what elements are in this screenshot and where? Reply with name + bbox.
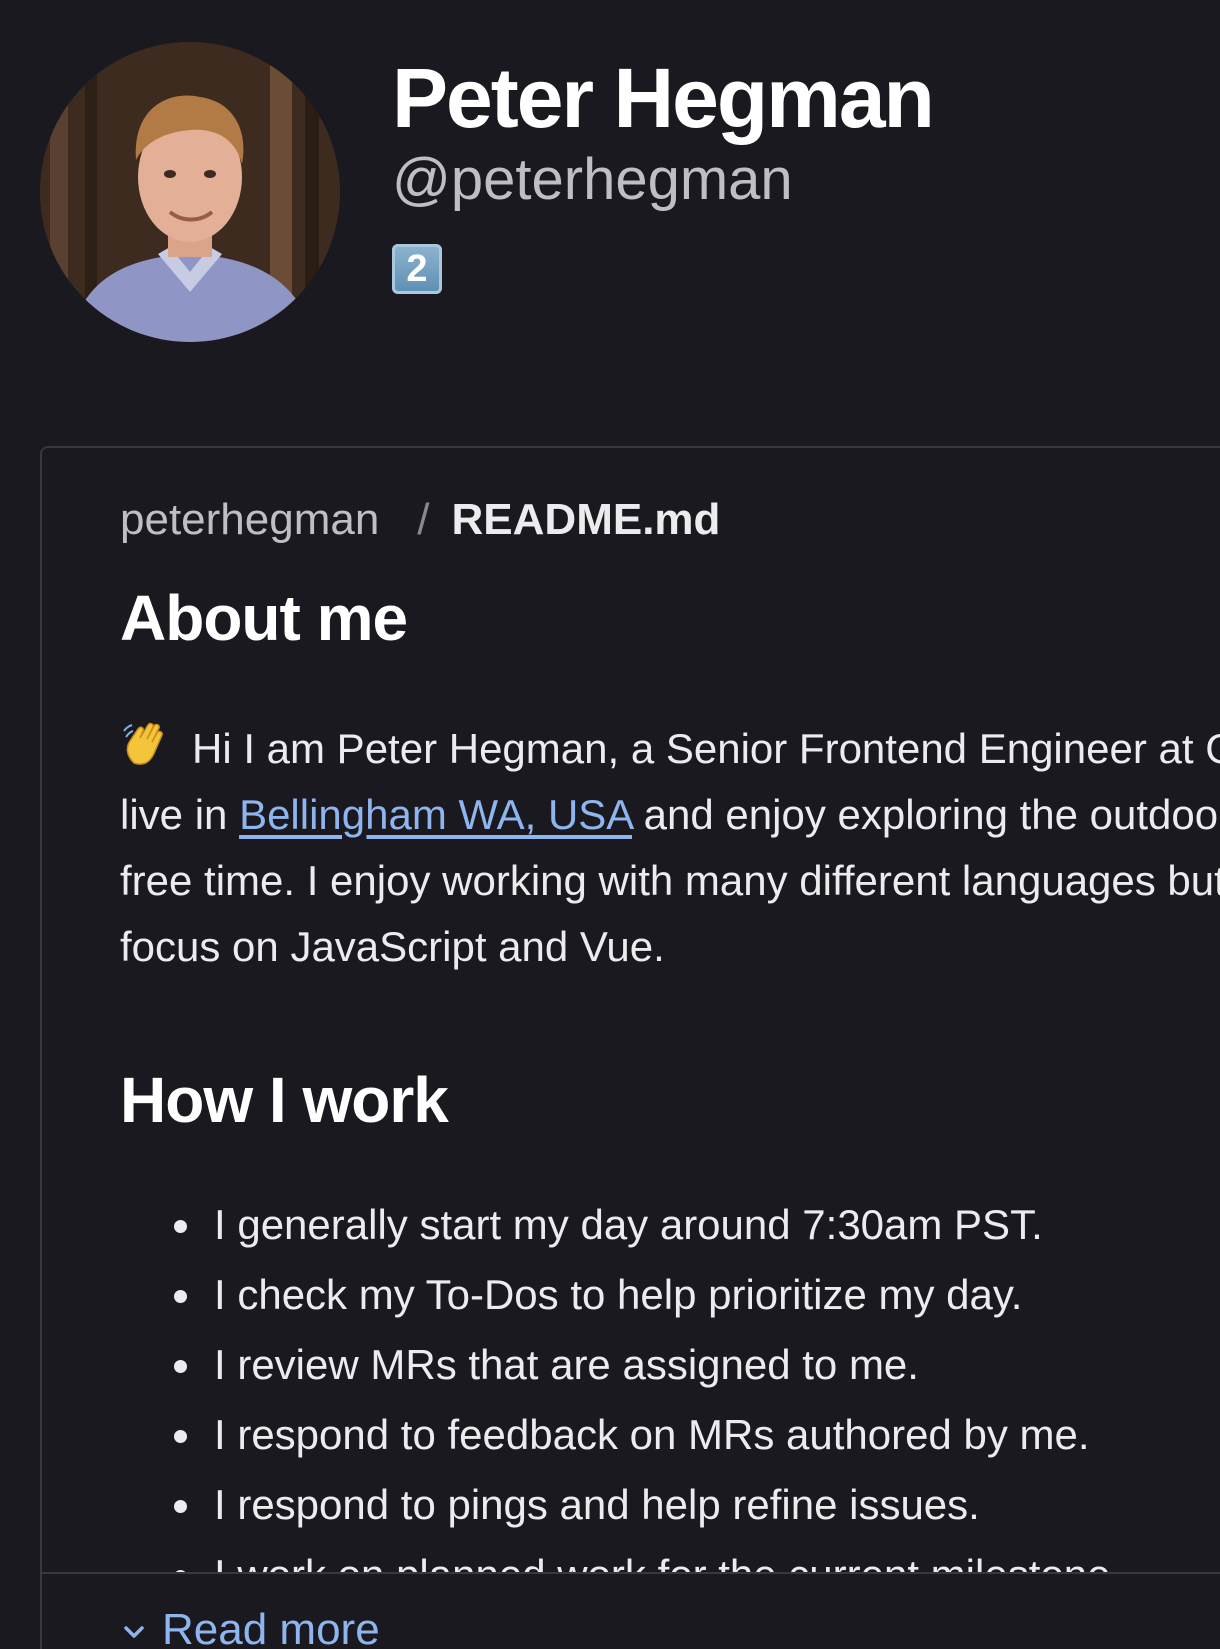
keycap-badge: 2 (392, 244, 442, 294)
read-more-bar: Read more (42, 1572, 1220, 1649)
how-i-work-heading: How I work (120, 1064, 449, 1136)
breadcrumb-file[interactable]: README.md (452, 495, 721, 544)
waving-hand-icon (123, 722, 163, 765)
list-item: I review MRs that are assigned to me. (206, 1330, 1220, 1400)
read-more-label: Read more (162, 1605, 380, 1649)
list-item: I respond to pings and help refine issue… (206, 1470, 1220, 1540)
readme-body: About me Hi I am Peter Hegman, a Senior … (120, 578, 1220, 1610)
about-paragraph: Hi I am Peter Hegman, a Senior Frontend … (120, 716, 1220, 980)
breadcrumb-user[interactable]: peterhegman (120, 495, 379, 544)
list-item: I check my To-Dos to help prioritize my … (206, 1260, 1220, 1330)
readme-card: peterhegman / README.md About me Hi I am P… (40, 446, 1220, 1649)
profile-page: Peter Hegman @peterhegman 2 peterhegman /… (0, 0, 1220, 1649)
profile-header: Peter Hegman @peterhegman 2 (40, 42, 1220, 342)
list-item: I respond to feedback on MRs authored by… (206, 1400, 1220, 1470)
work-list: I generally start my day around 7:30am P… (120, 1190, 1220, 1610)
username: @peterhegman (392, 147, 793, 212)
display-name: Peter Hegman (392, 51, 935, 145)
breadcrumb: peterhegman / README.md (120, 492, 720, 548)
list-item: I generally start my day around 7:30am P… (206, 1190, 1220, 1260)
about-heading: About me (120, 582, 408, 654)
avatar[interactable] (40, 42, 340, 342)
chevron-down-icon (124, 1626, 144, 1638)
breadcrumb-separator: / (417, 495, 430, 544)
avatar-photo (40, 42, 340, 342)
location-link[interactable]: Bellingham WA, USA (239, 791, 632, 838)
name-block: Peter Hegman @peterhegman 2 (392, 51, 935, 294)
read-more-button[interactable]: Read more (120, 1602, 380, 1649)
